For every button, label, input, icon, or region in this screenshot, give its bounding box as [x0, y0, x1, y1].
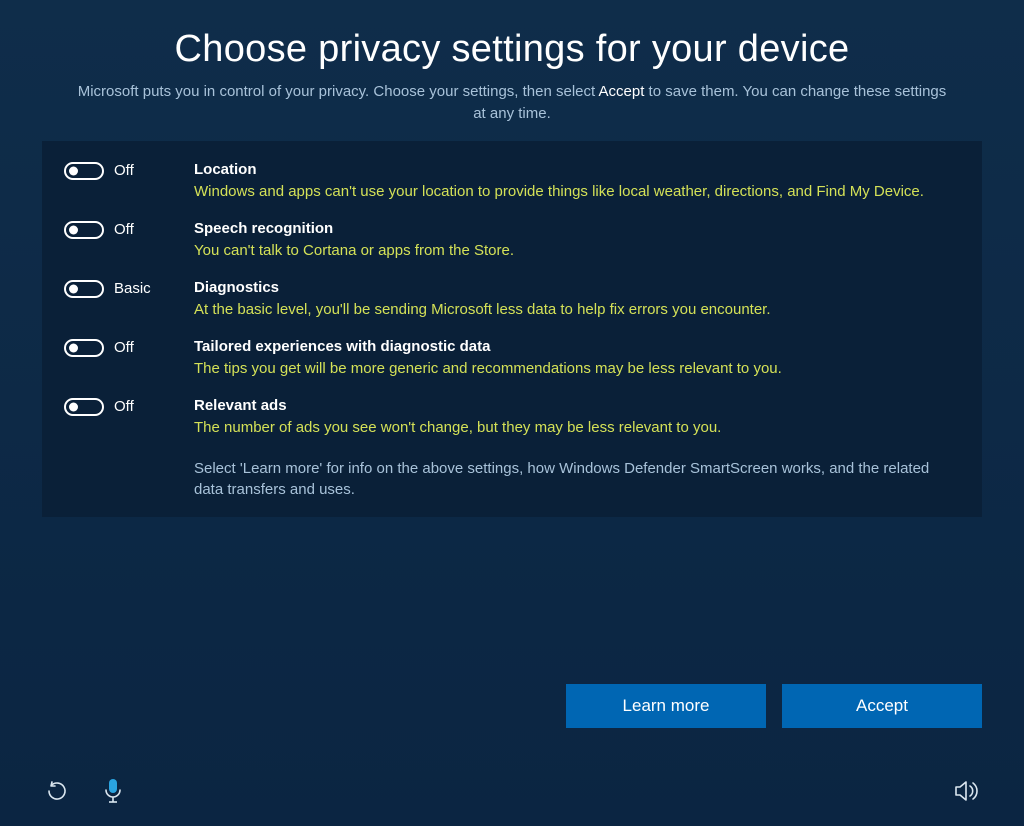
- setting-description: Windows and apps can't use your location…: [194, 181, 960, 202]
- toggle-group: Basic: [64, 279, 194, 298]
- setting-row-tailored: Off Tailored experiences with diagnostic…: [64, 338, 960, 379]
- ease-of-access-icon[interactable]: [42, 776, 72, 806]
- accept-button[interactable]: Accept: [782, 684, 982, 728]
- settings-panel: Off Location Windows and apps can't use …: [42, 141, 982, 518]
- bottom-left-group: [42, 776, 128, 806]
- page-title: Choose privacy settings for your device: [42, 28, 982, 71]
- subtitle-pre: Microsoft puts you in control of your pr…: [78, 83, 599, 100]
- toggle-state-label: Off: [114, 221, 134, 238]
- setting-description: At the basic level, you'll be sending Mi…: [194, 299, 960, 320]
- setting-content: Relevant ads The number of ads you see w…: [194, 397, 960, 438]
- setting-title: Location: [194, 161, 960, 178]
- bottom-right-group: [952, 776, 982, 806]
- setting-content: Tailored experiences with diagnostic dat…: [194, 338, 960, 379]
- setting-content: Location Windows and apps can't use your…: [194, 161, 960, 202]
- toggle-state-label: Off: [114, 339, 134, 356]
- setting-description: The tips you get will be more generic an…: [194, 358, 960, 379]
- microphone-icon[interactable]: [98, 776, 128, 806]
- setting-row-speech: Off Speech recognition You can't talk to…: [64, 220, 960, 261]
- location-toggle[interactable]: [64, 162, 104, 180]
- toggle-state-label: Off: [114, 162, 134, 179]
- setting-title: Diagnostics: [194, 279, 960, 296]
- subtitle-accept-word: Accept: [599, 83, 645, 100]
- learn-more-button[interactable]: Learn more: [566, 684, 766, 728]
- privacy-settings-window: Choose privacy settings for your device …: [0, 0, 1024, 826]
- setting-title: Relevant ads: [194, 397, 960, 414]
- toggle-group: Off: [64, 397, 194, 416]
- setting-row-ads: Off Relevant ads The number of ads you s…: [64, 397, 960, 438]
- setting-description: You can't talk to Cortana or apps from t…: [194, 240, 960, 261]
- setting-description: The number of ads you see won't change, …: [194, 417, 960, 438]
- setting-title: Tailored experiences with diagnostic dat…: [194, 338, 960, 355]
- toggle-state-label: Off: [114, 398, 134, 415]
- tailored-toggle[interactable]: [64, 339, 104, 357]
- page-subtitle: Microsoft puts you in control of your pr…: [77, 81, 947, 125]
- bottom-bar: [0, 756, 1024, 826]
- setting-row-diagnostics: Basic Diagnostics At the basic level, yo…: [64, 279, 960, 320]
- footer-note: Select 'Learn more' for info on the abov…: [194, 458, 960, 502]
- button-row: Learn more Accept: [566, 684, 982, 728]
- setting-content: Diagnostics At the basic level, you'll b…: [194, 279, 960, 320]
- toggle-state-label: Basic: [114, 280, 151, 297]
- setting-row-location: Off Location Windows and apps can't use …: [64, 161, 960, 202]
- diagnostics-toggle[interactable]: [64, 280, 104, 298]
- toggle-group: Off: [64, 220, 194, 239]
- volume-icon[interactable]: [952, 776, 982, 806]
- speech-toggle[interactable]: [64, 221, 104, 239]
- toggle-group: Off: [64, 338, 194, 357]
- setting-content: Speech recognition You can't talk to Cor…: [194, 220, 960, 261]
- toggle-group: Off: [64, 161, 194, 180]
- setting-title: Speech recognition: [194, 220, 960, 237]
- ads-toggle[interactable]: [64, 398, 104, 416]
